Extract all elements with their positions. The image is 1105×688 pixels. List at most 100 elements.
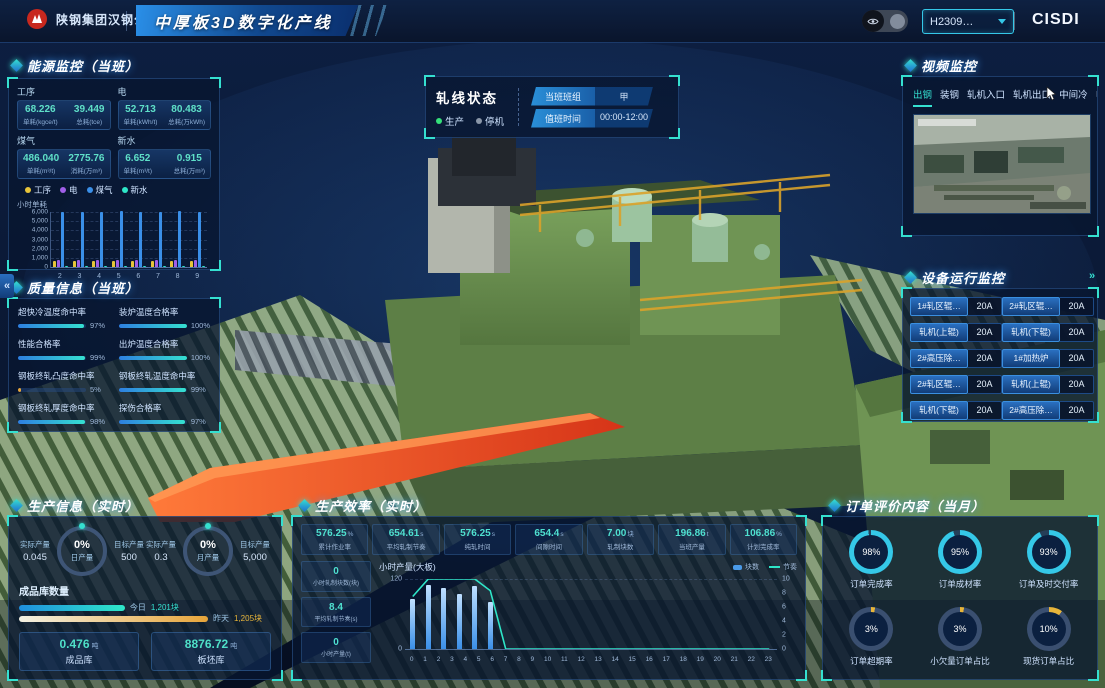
equipment-label-button[interactable]: 轧机(下辊) [910, 401, 968, 420]
energy-group: 电52.713单耗(kWh/t)80.483总耗(万kWh) [118, 84, 212, 130]
chart-bar [135, 260, 138, 267]
stock-bars: 今日1,201块昨天1,205块 [19, 602, 271, 624]
progress-track [18, 324, 86, 328]
equipment-row: 1#轧区辊…20A2#轧区辊…20A [910, 297, 1090, 316]
order-donut-cell: 95% 订单成材率 [918, 525, 1003, 594]
legend-item: 节奏 [769, 562, 797, 572]
gauge-side-label: 目标产量 [240, 539, 270, 550]
section-title-video: 视频监控 [906, 56, 977, 75]
chart-bar [139, 212, 142, 267]
gauge-dot [205, 523, 211, 529]
chart-bar [112, 261, 115, 267]
video-tab-2[interactable]: 装钢 [940, 87, 959, 107]
x-tick-label: 5 [477, 656, 481, 663]
chart-bar [174, 260, 177, 267]
equipment-label-button[interactable]: 轧机(下辊) [1002, 323, 1060, 342]
side-stat-label: 小时轧制块数(块) [313, 578, 359, 587]
bar-group [73, 212, 88, 267]
progress-fill [119, 356, 187, 360]
progress-fill [18, 420, 85, 424]
quality-bar-row: 97% [119, 417, 210, 426]
section-title-text: 设备运行监控 [921, 268, 1005, 287]
bar-group [131, 212, 146, 267]
bar-group [112, 212, 127, 267]
x-tick-label: 14 [612, 656, 619, 663]
stock-title: 成品库数量 [19, 583, 271, 598]
status-legend-item: 停机 [476, 114, 504, 128]
x-tick-label: 1 [423, 656, 427, 663]
video-tab-1[interactable]: 出钢 [913, 87, 932, 107]
efficiency-stat-card: 654.61s平均轧制节奏 [372, 524, 439, 555]
bar-group [92, 212, 107, 267]
corner-decoration [669, 128, 680, 139]
stat-value: 654.4s [517, 528, 580, 539]
eye-icon [862, 10, 884, 32]
progress-percent: 97% [191, 417, 206, 426]
bar-group [53, 212, 68, 267]
x-tick-label: 8 [517, 656, 521, 663]
equipment-label-button[interactable]: 轧机(上辊) [910, 323, 968, 342]
quality-item: 出炉温度合格率100% [119, 338, 210, 362]
y-tick-label: 5,000 [32, 218, 48, 225]
corner-decoration [7, 297, 18, 308]
device-select-dropdown[interactable]: H2309… [922, 9, 1014, 34]
legend-item: 电 [60, 184, 78, 196]
progress-fill [119, 324, 187, 328]
video-tab-5[interactable]: 中间冷 [1059, 87, 1088, 107]
progress-track [18, 356, 86, 360]
efficiency-stat-card: 196.86t当班产量 [658, 524, 725, 555]
efficiency-side-box: 8.4平均轧制节奏(s) [301, 597, 371, 628]
equipment-pair: 1#轧区辊…20A [910, 297, 1002, 316]
stat-label: 纯轧时间 [446, 541, 509, 551]
y-tick-label: 0 [44, 264, 48, 271]
stock-bar-row: 昨天1,205块 [19, 613, 271, 624]
legend-dot [25, 187, 31, 193]
expand-right-handle[interactable]: » [1089, 270, 1095, 282]
progress-track [18, 388, 86, 392]
stat-value: 7.00块 [589, 528, 652, 539]
equipment-current-value: 20A [1060, 375, 1094, 394]
energy-value: 2775.76 [68, 153, 104, 164]
production-efficiency-panel: 576.25%累计作业率654.61s平均轧制节奏576.25s纯轧时间654.… [292, 516, 806, 680]
section-title-text: 订单评价内容（当月） [845, 496, 985, 515]
progress-track [119, 420, 187, 424]
section-title-orders: 订单评价内容（当月） [830, 496, 985, 515]
status-divider [518, 88, 519, 126]
efficiency-stat-card: 576.25%累计作业率 [301, 524, 368, 555]
efficiency-stat-card: 654.4s间隙时间 [515, 524, 582, 555]
gauge-side-label: 实际产量 [20, 539, 50, 550]
quality-item: 性能合格率99% [18, 338, 107, 362]
stock-bar-label: 昨天 [213, 613, 229, 624]
visibility-toggle[interactable] [862, 10, 908, 32]
video-tab-3[interactable]: 轧机入口 [967, 87, 1005, 107]
equipment-label-button[interactable]: 1#加热炉 [1002, 349, 1060, 368]
chart-bar [155, 260, 158, 267]
equipment-label-button[interactable]: 2#轧区辊… [1002, 297, 1060, 316]
equipment-label-button[interactable]: 2#高压除… [910, 349, 968, 368]
status-badges: 当班班组甲值班时间00:00-12:00 [531, 84, 653, 131]
equipment-label-button[interactable]: 1#轧区辊… [910, 297, 968, 316]
energy-card: 486.040单耗(m³/t)2775.76消耗(万m³) [17, 149, 111, 179]
chart-bar [61, 212, 64, 267]
stock-card-value: 8876.72吨 [185, 637, 237, 651]
equipment-label-button[interactable]: 轧机(上辊) [1002, 375, 1060, 394]
section-title-text: 能源监控（当班） [27, 56, 139, 75]
y-tick-label: 2,000 [32, 245, 48, 252]
video-tab-6[interactable]: 电加热 [1096, 87, 1097, 107]
x-tick-label: 15 [629, 656, 636, 663]
quality-label: 性能合格率 [18, 338, 107, 350]
production-gauge-group: 实际产量0.30%月产量目标产量5,000 [146, 526, 270, 576]
right-y-tick: 0 [782, 646, 786, 653]
energy-chart-plot: 01,0002,0003,0004,0005,0006,000 [50, 212, 207, 268]
donut-label: 订单成材率 [939, 578, 982, 590]
equipment-label-button[interactable]: 2#高压除… [1002, 401, 1060, 420]
legend-item: 煤气 [87, 184, 113, 196]
stat-unit: s [560, 531, 563, 538]
energy-unit: 总耗(万kWh) [168, 116, 205, 126]
donut-percent: 95% [943, 535, 977, 569]
legend-item: 块数 [733, 562, 759, 572]
collapse-left-handle[interactable]: « [0, 274, 14, 298]
gauge-right: 目标产量500 [114, 539, 144, 563]
equipment-label-button[interactable]: 2#轧区辊… [910, 375, 968, 394]
corner-decoration [1088, 75, 1099, 86]
